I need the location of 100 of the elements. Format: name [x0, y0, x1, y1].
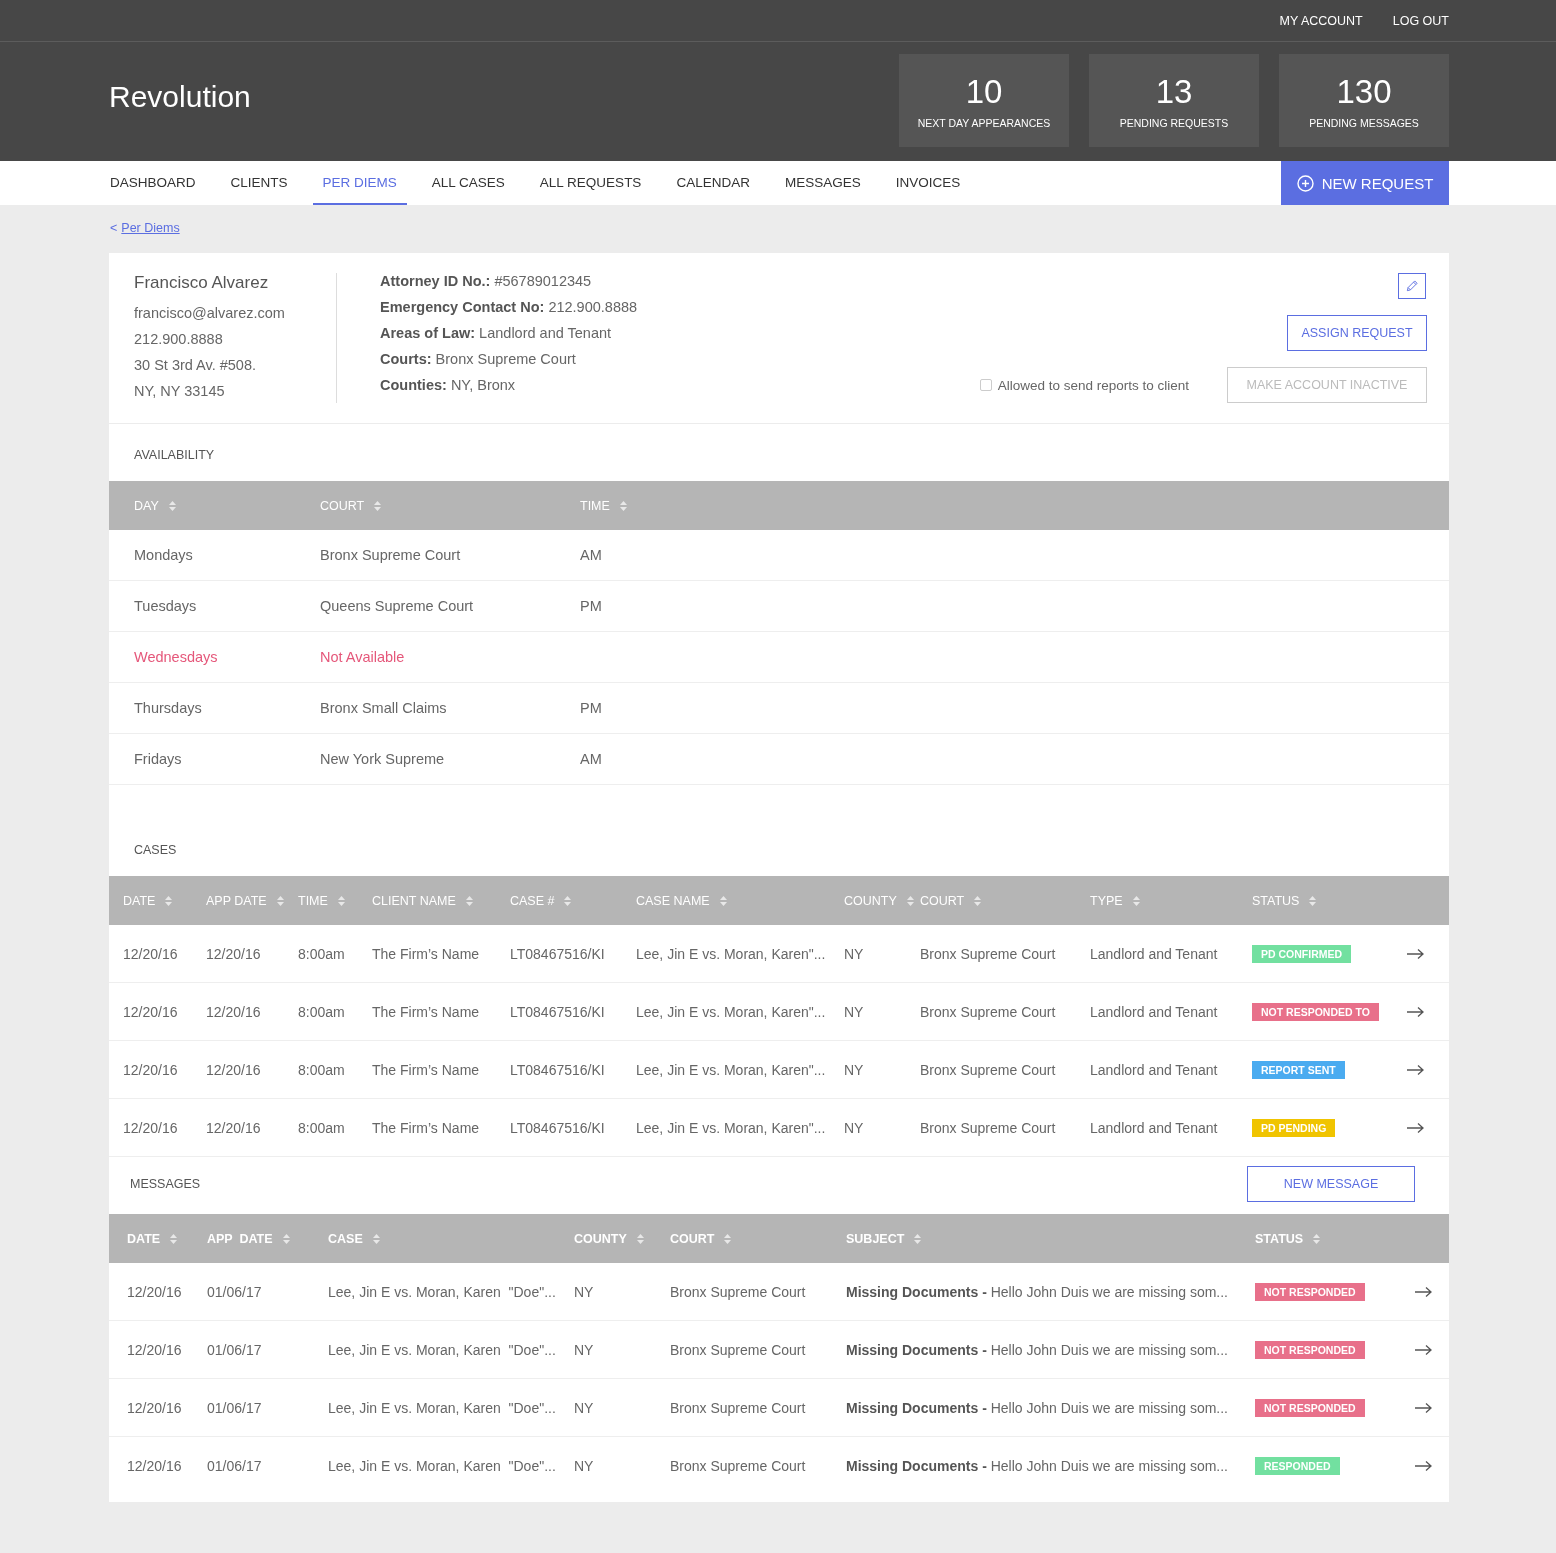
arrow-right-icon[interactable]: [1407, 1006, 1424, 1017]
nav-tab[interactable]: DASHBOARD: [100, 161, 206, 205]
table-cell-text: 01/06/17: [207, 1457, 263, 1474]
table-cell-text: Thursdays: [134, 700, 203, 716]
table-cell-text: PM: [580, 700, 603, 716]
sort-icon[interactable]: [564, 895, 572, 906]
nav-tab[interactable]: INVOICES: [885, 161, 971, 205]
table-cell-text: Queens Supreme Court: [320, 598, 475, 614]
nav-tab[interactable]: ALL CASES: [421, 161, 515, 205]
table-cell-text: NY: [844, 1061, 865, 1078]
sort-icon[interactable]: [276, 895, 284, 906]
column-heading[interactable]: COURT: [670, 1231, 715, 1246]
sort-icon[interactable]: [170, 1233, 178, 1244]
column-heading[interactable]: DATE: [123, 893, 156, 908]
sort-icon[interactable]: [914, 1233, 922, 1244]
status-badge: PD PENDING: [1252, 1118, 1336, 1137]
table-cell-text: 01/06/17: [207, 1283, 263, 1300]
table-cell-text: Landlord and Tenant: [1090, 1061, 1219, 1078]
arrow-right-icon[interactable]: [1415, 1402, 1432, 1413]
column-heading[interactable]: CASE #: [510, 893, 555, 908]
stat-value: 10: [965, 72, 1003, 111]
column-heading[interactable]: COUNTY: [844, 893, 897, 908]
sort-icon[interactable]: [1132, 895, 1140, 906]
column-heading[interactable]: CASE NAME: [636, 893, 710, 908]
column-heading[interactable]: TIME: [580, 498, 610, 513]
sort-icon[interactable]: [906, 895, 914, 906]
nav-tab[interactable]: PER DIEMS: [312, 161, 407, 205]
table-cell-text: The Firm’s Name: [372, 1061, 481, 1078]
column-heading[interactable]: COURT: [920, 893, 965, 908]
back-chevron[interactable]: <: [110, 221, 118, 235]
arrow-right-icon[interactable]: [1407, 1064, 1424, 1075]
sort-icon[interactable]: [282, 1233, 290, 1244]
nav-tab[interactable]: ALL REQUESTS: [529, 161, 652, 205]
table-cell-text: 12/20/16: [206, 945, 262, 962]
sort-icon[interactable]: [1313, 1233, 1321, 1244]
stat-value: 130: [1336, 72, 1392, 111]
arrow-right-icon[interactable]: [1415, 1286, 1432, 1297]
column-heading[interactable]: STATUS: [1255, 1231, 1304, 1246]
table-cell-text: LT08467516/KI: [510, 945, 606, 962]
top-link[interactable]: MY ACCOUNT: [1279, 13, 1363, 28]
app-title: Revolution: [109, 80, 252, 114]
table-cell-text: 12/20/16: [127, 1399, 183, 1416]
arrow-right-icon[interactable]: [1407, 1122, 1424, 1133]
column-heading[interactable]: COURT: [320, 498, 365, 513]
column-heading[interactable]: DAY: [134, 498, 159, 513]
sort-icon[interactable]: [619, 500, 627, 511]
table-cell-text: 8:00am: [298, 945, 346, 962]
assign-request-button[interactable]: ASSIGN REQUEST: [1287, 315, 1427, 351]
table-cell-text: 12/20/16: [206, 1003, 262, 1020]
nav-tab[interactable]: CLIENTS: [220, 161, 298, 205]
breadcrumb-link[interactable]: Per Diems: [121, 221, 180, 235]
top-link[interactable]: LOG OUT: [1392, 13, 1449, 28]
sort-icon[interactable]: [974, 895, 982, 906]
table-cell-text: LT08467516/KI: [510, 1003, 606, 1020]
edit-button[interactable]: [1398, 273, 1426, 299]
arrow-right-icon[interactable]: [1415, 1460, 1432, 1471]
nav-tab[interactable]: MESSAGES: [774, 161, 871, 205]
table-cell-text: NY: [844, 1119, 865, 1136]
arrow-right-icon[interactable]: [1407, 948, 1424, 959]
column-heading[interactable]: SUBJECT: [846, 1231, 905, 1246]
table-cell-text: Lee, Jin E vs. Moran, Karen "Doe"...: [328, 1283, 557, 1300]
sort-icon[interactable]: [719, 895, 727, 906]
table-cell-text: Lee, Jin E vs. Moran, Karen "Doe"...: [328, 1399, 557, 1416]
column-heading[interactable]: TIME: [298, 893, 328, 908]
column-heading[interactable]: TYPE: [1090, 893, 1123, 908]
column-heading[interactable]: COUNTY: [574, 1231, 627, 1246]
sort-icon[interactable]: [372, 1233, 380, 1244]
column-heading[interactable]: CASE: [328, 1231, 363, 1246]
status-badge: PD CONFIRMED: [1252, 944, 1352, 963]
column-heading[interactable]: APP DATE: [207, 1231, 273, 1246]
message-subject: Missing Documents - Hello John Duis we are missing som...: [846, 1399, 1229, 1416]
table-cell-text: 12/20/16: [127, 1341, 183, 1358]
sort-icon[interactable]: [724, 1233, 732, 1244]
status-badge: REPORT SENT: [1252, 1060, 1345, 1079]
sort-icon[interactable]: [1309, 895, 1317, 906]
column-heading[interactable]: APP DATE: [206, 893, 267, 908]
column-heading[interactable]: STATUS: [1252, 893, 1300, 908]
sort-icon[interactable]: [636, 1233, 644, 1244]
table-cell-text: 12/20/16: [123, 1061, 179, 1078]
nav-tab[interactable]: CALENDAR: [666, 161, 760, 205]
table-cell-text: Lee, Jin E vs. Moran, Karen "Doe"...: [328, 1457, 557, 1474]
table-cell-text: Tuesdays: [134, 598, 198, 614]
table-cell-text: Landlord and Tenant: [1090, 945, 1219, 962]
sort-icon[interactable]: [465, 895, 473, 906]
sort-icon[interactable]: [337, 895, 345, 906]
table-cell-text: Mondays: [134, 547, 194, 563]
sort-icon[interactable]: [168, 500, 176, 511]
table-cell-text: 12/20/16: [206, 1061, 262, 1078]
new-message-button[interactable]: NEW MESSAGE: [1247, 1166, 1415, 1202]
table-cell-text: 12/20/16: [127, 1283, 183, 1300]
sort-icon[interactable]: [165, 895, 173, 906]
sort-icon[interactable]: [374, 500, 382, 511]
status-badge: NOT RESPONDED: [1255, 1398, 1365, 1417]
detail-line: Attorney ID No.: #56789012345: [380, 273, 593, 289]
reports-checkbox[interactable]: Allowed to send reports to client: [979, 377, 1189, 393]
column-heading[interactable]: CLIENT NAME: [372, 893, 456, 908]
section-title: AVAILABILITY: [133, 447, 216, 464]
new-request-button[interactable]: NEW REQUEST: [1281, 161, 1449, 205]
arrow-right-icon[interactable]: [1415, 1344, 1432, 1355]
column-heading[interactable]: DATE: [127, 1231, 161, 1246]
